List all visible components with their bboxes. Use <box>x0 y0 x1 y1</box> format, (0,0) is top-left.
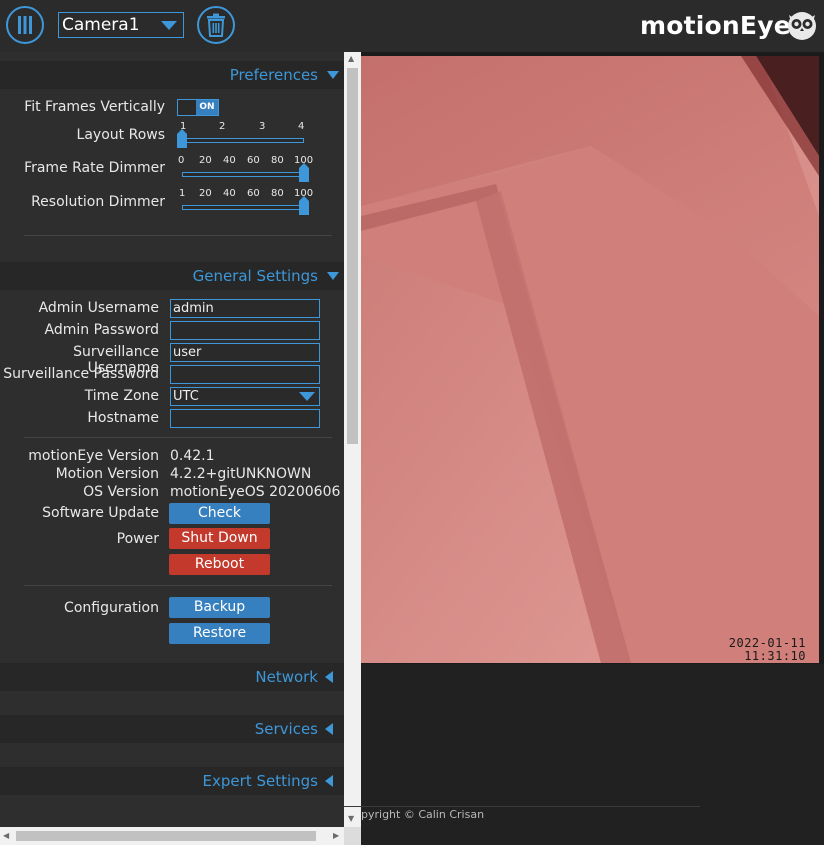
slider-tick-label: 40 <box>223 155 236 166</box>
scrollbar-corner <box>344 827 361 845</box>
scroll-left-icon[interactable]: ◀ <box>3 831 9 840</box>
camera-image <box>361 56 819 663</box>
chevron-down-icon <box>161 21 177 30</box>
scroll-up-icon[interactable]: ▲ <box>348 54 354 63</box>
hostname-label: Hostname <box>87 410 159 426</box>
slider-tick-label: 0 <box>178 155 185 166</box>
slider-tick-label: 60 <box>247 155 260 166</box>
os-version-label: OS Version <box>83 484 159 500</box>
admin-username-input[interactable]: admin <box>170 299 320 318</box>
slider-tick-label: 3 <box>259 121 266 132</box>
preferences-section-header[interactable]: Preferences <box>0 61 344 89</box>
services-title: Services <box>254 720 318 738</box>
admin-password-input[interactable] <box>170 321 320 340</box>
motioneye-version-value: 0.42.1 <box>170 448 215 464</box>
fit-frames-label: Fit Frames Vertically <box>24 99 165 115</box>
owl-logo-icon <box>788 12 816 40</box>
resolution-dimmer-label: Resolution Dimmer <box>31 194 165 210</box>
slider-tick-label: 20 <box>199 155 212 166</box>
motioneye-version-label: motionEye Version <box>28 448 159 464</box>
shut-down-button[interactable]: Shut Down <box>169 528 270 549</box>
hostname-input[interactable] <box>170 409 320 428</box>
chevron-down-icon <box>327 71 339 79</box>
toggle-state: ON <box>196 100 218 115</box>
slider-track[interactable] <box>182 138 304 143</box>
slider-tick-label: 80 <box>271 155 284 166</box>
software-update-label: Software Update <box>42 505 159 521</box>
settings-panel: Preferences Fit Frames Vertically ON Lay… <box>0 52 344 827</box>
expert-settings-section-header[interactable]: Expert Settings <box>0 767 344 795</box>
divider <box>24 235 332 236</box>
time-zone-select[interactable]: UTC <box>170 387 320 406</box>
footer-divider <box>344 806 700 807</box>
scroll-right-icon[interactable]: ▶ <box>333 831 339 840</box>
slider-thumb[interactable] <box>177 129 187 148</box>
camera-select[interactable]: Camera1 <box>58 12 184 38</box>
frame-rate-label: Frame Rate Dimmer <box>24 160 165 176</box>
scroll-down-icon[interactable]: ▼ <box>348 814 354 823</box>
vertical-scrollbar[interactable]: ▲ ▼ <box>344 52 361 827</box>
scrollbar-thumb[interactable] <box>16 831 316 841</box>
reboot-button[interactable]: Reboot <box>169 554 270 575</box>
admin-password-label: Admin Password <box>44 322 159 338</box>
osd-time: 11:31:10 <box>744 649 806 663</box>
slider-track[interactable] <box>182 205 304 210</box>
horizontal-scrollbar[interactable]: ◀ ▶ <box>0 827 344 845</box>
os-version-value: motionEyeOS 20200606 <box>170 484 341 500</box>
slider-thumb[interactable] <box>299 163 309 182</box>
network-title: Network <box>255 668 318 686</box>
fit-frames-toggle[interactable]: ON <box>177 99 219 116</box>
slider-tick-label: 1 <box>179 188 186 199</box>
time-zone-value: UTC <box>173 389 199 404</box>
camera-select-value: Camera1 <box>62 15 140 35</box>
restore-button[interactable]: Restore <box>169 623 270 644</box>
chevron-down-icon <box>299 392 315 401</box>
layout-rows-label: Layout Rows <box>76 127 165 143</box>
slider-tick-label: 20 <box>199 188 212 199</box>
expert-settings-title: Expert Settings <box>202 772 318 790</box>
slider-tick-label: 4 <box>298 121 305 132</box>
remove-camera-button[interactable] <box>197 6 235 44</box>
slider-tick-label: 2 <box>219 121 226 132</box>
camera-frame[interactable]: 2022-01-11 11:31:10 <box>361 52 824 664</box>
network-section-header[interactable]: Network <box>0 663 344 691</box>
chevron-down-icon <box>327 272 339 280</box>
surveillance-password-label: Surveillance Password <box>3 366 159 382</box>
scrollbar-thumb[interactable] <box>347 68 358 444</box>
power-label: Power <box>116 531 159 547</box>
divider <box>24 585 332 586</box>
slider-thumb[interactable] <box>299 196 309 215</box>
brand-title: motionEye <box>640 11 791 40</box>
slider-tick-label: 40 <box>223 188 236 199</box>
motion-version-value: 4.2.2+gitUNKNOWN <box>170 466 312 482</box>
settings-menu-button[interactable] <box>6 6 44 44</box>
top-bar: Camera1 motionEye <box>0 0 824 52</box>
chevron-left-icon <box>325 671 333 683</box>
camera-timestamp-overlay: 2022-01-11 11:31:10 <box>729 637 806 663</box>
copyright-text: pyright © Calin Crisan <box>361 808 485 821</box>
time-zone-label: Time Zone <box>84 388 159 404</box>
chevron-left-icon <box>325 775 333 787</box>
admin-username-label: Admin Username <box>38 300 159 316</box>
surveillance-username-input[interactable]: user <box>170 343 320 362</box>
slider-tick-label: 80 <box>271 188 284 199</box>
backup-button[interactable]: Backup <box>169 597 270 618</box>
chevron-left-icon <box>325 723 333 735</box>
configuration-label: Configuration <box>64 600 159 616</box>
services-section-header[interactable]: Services <box>0 715 344 743</box>
surveillance-password-input[interactable] <box>170 365 320 384</box>
check-update-button[interactable]: Check <box>169 503 270 524</box>
general-settings-section-header[interactable]: General Settings <box>0 262 344 290</box>
slider-tick-label: 60 <box>247 188 260 199</box>
general-settings-title: General Settings <box>192 267 318 285</box>
motion-version-label: Motion Version <box>55 466 159 482</box>
trash-icon <box>207 13 225 37</box>
menu-bars-icon <box>18 16 32 34</box>
divider <box>24 437 332 438</box>
slider-track[interactable] <box>182 172 304 177</box>
preferences-title: Preferences <box>229 66 318 84</box>
